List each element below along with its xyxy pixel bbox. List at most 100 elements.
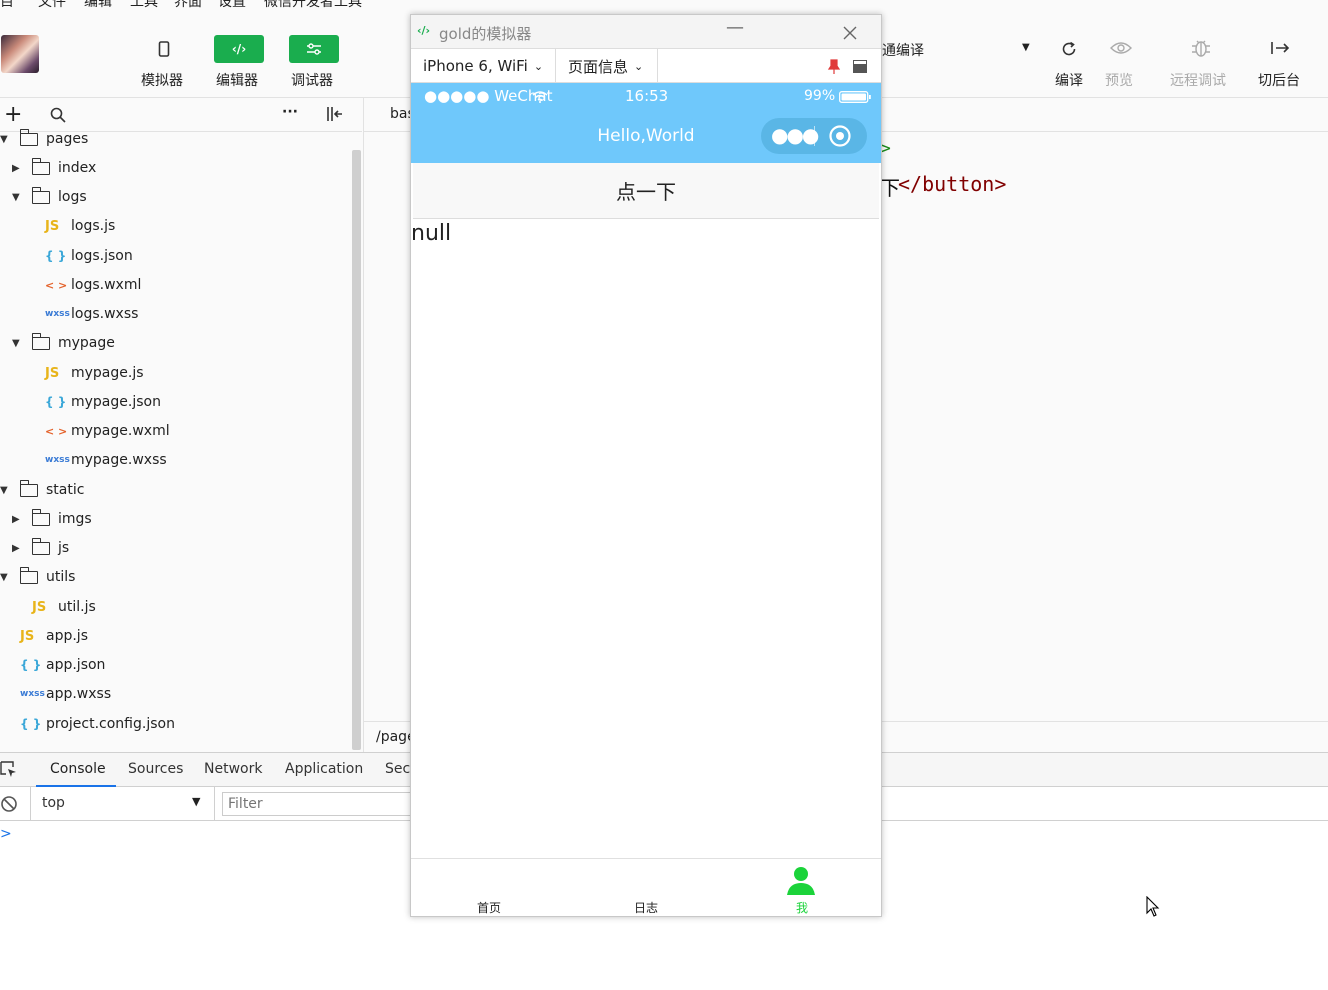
remote-debug-button[interactable] <box>1190 38 1212 62</box>
wxml-file-icon: < > <box>45 278 68 292</box>
folder-open-icon <box>31 332 50 350</box>
tree-item-project-config[interactable]: { } project.config.json <box>20 712 175 736</box>
tree-item-js[interactable]: ▶ js <box>12 536 69 560</box>
background-button[interactable] <box>1270 40 1290 60</box>
context-value: top <box>42 795 65 811</box>
simulator-toggle-button[interactable] <box>139 35 189 63</box>
tree-item-app-json[interactable]: { } app.json <box>20 653 105 677</box>
add-file-icon[interactable]: + <box>4 102 22 127</box>
simulator-options-bar: iPhone 6, WiFi ⌄ 页面信息 ⌄ <box>411 49 881 83</box>
caret-down-icon: ▼ <box>12 191 20 203</box>
tree-item-pages[interactable]: ▼ pages <box>0 127 88 151</box>
menu-item-edit[interactable]: 编辑 <box>84 0 112 9</box>
tree-item-logs-json[interactable]: { } logs.json <box>45 244 133 268</box>
caret-down-icon: ▼ <box>0 571 8 583</box>
device-select[interactable]: iPhone 6, WiFi ⌄ <box>411 49 556 83</box>
more-icon[interactable]: ··· <box>282 104 298 120</box>
user-icon <box>787 867 815 895</box>
tree-item-index[interactable]: ▶ index <box>12 156 96 180</box>
simulator-title: gold的模拟器 <box>439 25 532 43</box>
collapse-panel-icon[interactable] <box>326 106 344 122</box>
tab-home[interactable]: 首页 <box>411 859 567 916</box>
tree-item-static[interactable]: ▼ static <box>0 478 84 502</box>
tab-sources[interactable]: Sources <box>128 761 183 777</box>
page-info-label: 页面信息 <box>568 57 629 76</box>
compile-mode-select[interactable]: 普通编译 ▼ <box>868 40 1038 60</box>
caret-right-icon: ▶ <box>12 162 20 174</box>
inspect-element-icon[interactable] <box>0 761 18 779</box>
tab-security[interactable]: Sec <box>385 761 410 777</box>
tree-item-app-js[interactable]: JS app.js <box>20 624 88 648</box>
simulator-title-bar[interactable]: ‹/› gold的模拟器 — <box>411 15 881 49</box>
menu-capsule: ●●● <box>761 118 867 154</box>
more-options-icon[interactable]: ●●● <box>771 123 819 147</box>
tree-item-logs-wxml[interactable]: < > logs.wxml <box>45 273 141 297</box>
tree-item-mypage-json[interactable]: { } mypage.json <box>45 390 161 414</box>
pin-icon[interactable] <box>827 59 841 75</box>
preview-button[interactable] <box>1110 40 1132 60</box>
tab-logs-label: 日志 <box>634 901 659 915</box>
js-file-icon: JS <box>45 218 60 234</box>
mouse-cursor-icon <box>1146 896 1160 917</box>
console-filter-input[interactable] <box>222 792 412 816</box>
page-info-select[interactable]: 页面信息 ⌄ <box>556 49 658 83</box>
tree-item-logs[interactable]: ▼ logs <box>12 185 87 209</box>
minimize-icon[interactable]: — <box>726 17 744 38</box>
caret-down-icon: ▼ <box>12 337 20 349</box>
capsule-divider <box>814 126 815 146</box>
compile-label: 编译 <box>1055 73 1083 89</box>
device-value: iPhone 6, WiFi <box>423 57 528 75</box>
tree-item-util-js[interactable]: JS util.js <box>32 595 96 619</box>
json-file-icon: { } <box>20 658 42 672</box>
compile-button[interactable] <box>1060 40 1078 62</box>
wxss-file-icon: wxss <box>45 309 70 319</box>
window-mode-icon[interactable] <box>853 60 867 73</box>
menu-item-project[interactable]: 项目 <box>0 0 14 9</box>
tree-item-logs-wxss[interactable]: wxss logs.wxss <box>45 302 138 326</box>
wxss-file-icon: wxss <box>45 455 70 465</box>
tab-network[interactable]: Network <box>204 761 262 777</box>
folder-open-icon <box>31 186 50 204</box>
battery-level: 99% <box>804 88 836 104</box>
menu-item-tools[interactable]: 工具 <box>130 0 158 9</box>
switch-icon <box>1271 42 1290 54</box>
menu-item-file[interactable]: 文件 <box>38 0 66 9</box>
remote-debug-label: 远程调试 <box>1170 73 1226 89</box>
phone-navigation-bar: Hello,World ●●● <box>411 109 881 163</box>
menu-item-settings[interactable]: 设置 <box>218 0 246 9</box>
debugger-toggle-button[interactable] <box>289 35 339 63</box>
tree-item-mypage-js[interactable]: JS mypage.js <box>45 361 144 385</box>
tab-logs[interactable]: 日志 <box>567 859 723 916</box>
tree-item-app-wxss[interactable]: wxss app.wxss <box>20 682 111 706</box>
tree-item-mypage-wxml[interactable]: < > mypage.wxml <box>45 419 170 443</box>
tab-application[interactable]: Application <box>285 761 363 777</box>
user-avatar[interactable] <box>1 35 39 73</box>
folder-icon <box>31 508 50 526</box>
menu-item-view[interactable]: 界面 <box>174 0 202 9</box>
tab-console[interactable]: Console <box>50 761 106 777</box>
chevron-down-icon: ⌄ <box>634 59 644 73</box>
debug-icon <box>307 43 321 55</box>
clear-console-icon[interactable] <box>0 795 18 813</box>
context-select[interactable]: top ▼ <box>36 787 212 821</box>
close-icon[interactable] <box>843 26 857 40</box>
tree-item-utils[interactable]: ▼ utils <box>0 565 75 589</box>
menu-item-devtools[interactable]: 微信开发者工具 <box>264 0 362 9</box>
clock: 16:53 <box>625 87 669 105</box>
tree-item-mypage[interactable]: ▼ mypage <box>12 331 115 355</box>
background-label: 切后台 <box>1258 73 1300 89</box>
close-miniprogram-icon[interactable] <box>828 124 852 148</box>
tab-me[interactable]: 我 <box>723 859 881 916</box>
search-icon[interactable] <box>50 107 66 123</box>
folder-icon <box>31 157 50 175</box>
tap-button[interactable]: 点一下 <box>413 163 879 219</box>
editor-toggle-button[interactable]: ‹/› <box>214 35 264 63</box>
tree-item-logs-js[interactable]: JS logs.js <box>45 214 115 238</box>
simulator-label: 模拟器 <box>141 73 183 89</box>
explorer-scrollbar[interactable] <box>352 150 361 750</box>
output-text: null <box>411 221 452 246</box>
json-file-icon: { } <box>45 249 67 263</box>
folder-open-icon <box>19 479 38 497</box>
tree-item-imgs[interactable]: ▶ imgs <box>12 507 92 531</box>
tree-item-mypage-wxss[interactable]: wxss mypage.wxss <box>45 448 167 472</box>
